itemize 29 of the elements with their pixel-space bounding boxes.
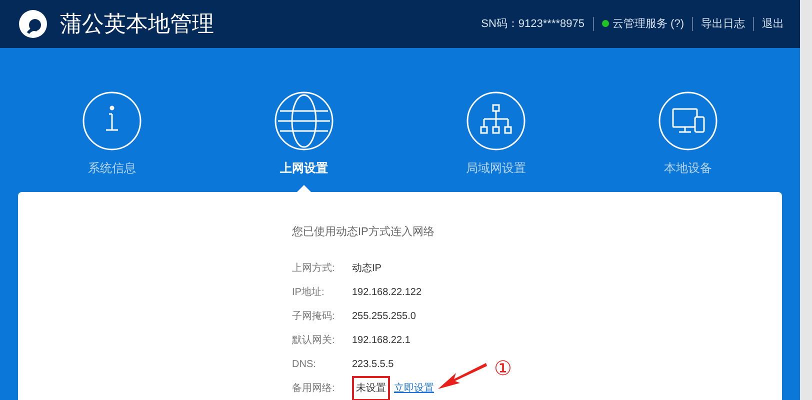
globe-icon bbox=[274, 90, 334, 151]
nav-tab[interactable]: 局域网设置 bbox=[466, 158, 526, 177]
field-value: 255.255.255.0 bbox=[352, 310, 416, 324]
field-value: 192.168.22.122 bbox=[352, 286, 422, 300]
app-title: 蒲公英本地管理 bbox=[60, 10, 214, 38]
network-icon bbox=[466, 90, 526, 151]
field-label: 备用网络: bbox=[292, 382, 336, 396]
setup-link[interactable]: 立即设置 bbox=[394, 380, 434, 396]
field-label: 默认网关: bbox=[292, 334, 336, 348]
logo-icon bbox=[18, 8, 48, 39]
field-label: IP地址: bbox=[292, 286, 326, 300]
status-message: 您已使用动态IP方式连入网络 bbox=[292, 224, 436, 240]
info-icon bbox=[82, 90, 142, 151]
serial-number: SN码：9123****8975 bbox=[481, 16, 584, 32]
header-link[interactable]: 导出日志 bbox=[701, 16, 745, 32]
field-value: 223.5.5.5 bbox=[352, 358, 394, 372]
header-link[interactable]: 退出 bbox=[762, 16, 784, 32]
field-label: 子网掩码: bbox=[292, 310, 336, 324]
field-label: DNS: bbox=[292, 358, 317, 372]
field-value: 动态IP bbox=[352, 262, 382, 276]
nav-tab[interactable]: 系统信息 bbox=[88, 158, 136, 177]
nav-tab[interactable]: 本地设备 bbox=[664, 158, 712, 177]
devices-icon bbox=[658, 90, 718, 151]
step-marker: ① bbox=[494, 359, 512, 379]
nav-tab[interactable]: 上网设置 bbox=[280, 158, 328, 177]
field-value: 192.168.22.1 bbox=[352, 334, 410, 348]
cloud-service-link[interactable]: 云管理服务 (?) bbox=[612, 16, 684, 32]
field-value: 未设置 bbox=[352, 376, 390, 400]
field-label: 上网方式: bbox=[292, 262, 336, 276]
